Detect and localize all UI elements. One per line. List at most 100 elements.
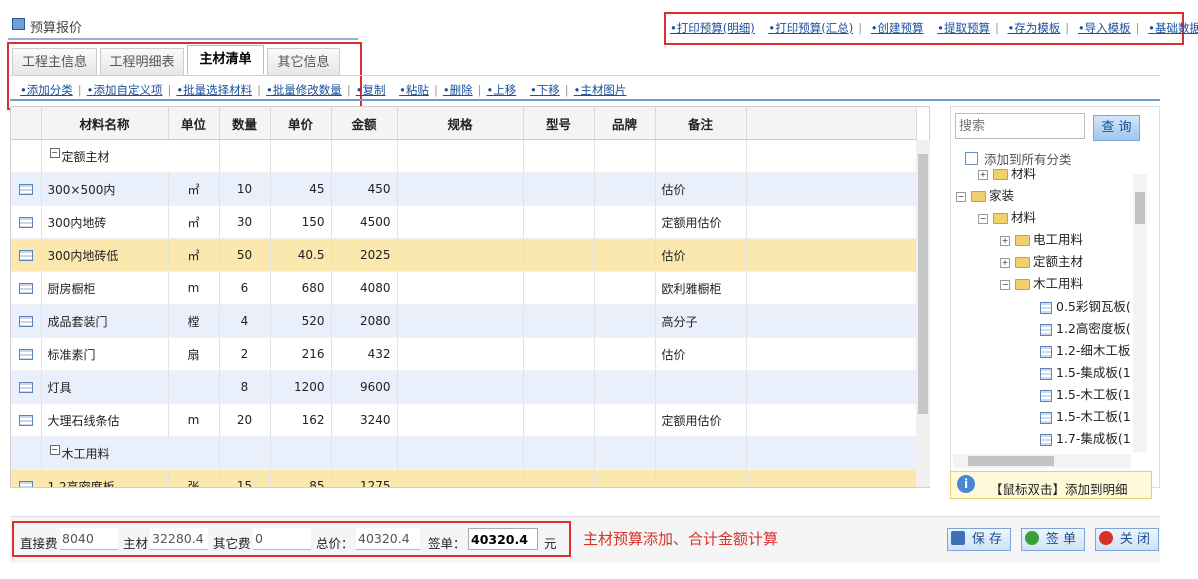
table-row[interactable]: 1.2高密度板 张 15 85 1275 [11,469,917,487]
paste-link[interactable]: •粘贴 [399,83,429,97]
currency-unit: 元 [544,536,557,551]
batch-edit-quantity-link[interactable]: •批量修改数量 [266,83,342,97]
import-template-link[interactable]: •导入模板 [1078,21,1131,35]
search-input[interactable] [955,113,1085,139]
search-button[interactable]: 查 询 [1093,115,1140,141]
tab-project-main[interactable]: 工程主信息 [12,48,97,75]
folder-icon [1015,235,1030,246]
grid-scroll-thumb[interactable] [918,154,928,414]
tree-scroll-thumb[interactable] [1135,192,1145,224]
header-spec[interactable]: 规格 [397,107,524,140]
create-budget-link[interactable]: •创建预算 [871,21,924,35]
window-icon [12,18,25,30]
tab-project-detail[interactable]: 工程明细表 [100,48,184,75]
table-row[interactable]: 灯具 8 1200 9600 [11,370,917,404]
header-unit[interactable]: 单位 [168,107,220,140]
tab-other-info[interactable]: 其它信息 [267,48,340,75]
material-icon [1040,301,1052,314]
tree-node[interactable]: + 材料 [978,168,1036,184]
group-row[interactable]: − 木工用料 [11,436,917,470]
table-row[interactable]: 厨房橱柜 m 6 680 4080 欧利雅橱柜 [11,271,917,305]
tree-hscroll-thumb[interactable] [968,456,1054,466]
tree-node[interactable]: − 材料 [978,208,1036,228]
collapse-icon[interactable]: − [49,147,60,158]
header-qty[interactable]: 数量 [219,107,271,140]
tree-leaf[interactable]: 1.5-集成板(1 [1040,363,1131,383]
other-fee-field[interactable] [253,528,311,550]
close-icon [1099,531,1113,545]
extract-budget-link[interactable]: •提取预算 [937,21,990,35]
copy-link[interactable]: •复制 [356,83,386,97]
tree-node[interactable]: + 定额主材 [1000,252,1083,272]
material-toolbar: •添加分类 | •添加自定义项 | •批量选择材料 | •批量修改数量 | •复制 •粘贴 | •删… [20,83,627,97]
save-button[interactable]: 保 存 [947,528,1011,551]
material-icon [1040,389,1052,402]
material-icon [1040,367,1052,380]
basic-data-link[interactable]: •基础数据 [1148,21,1198,35]
annotation-note: 主材预算添加、合计金额计算 [583,530,779,548]
collapse-icon[interactable]: − [978,213,988,224]
collapse-icon[interactable]: − [1000,279,1010,290]
add-all-categories-checkbox[interactable] [965,152,978,165]
direct-fee-field[interactable] [60,528,118,550]
material-image-link[interactable]: •主材图片 [574,83,627,97]
table-row-selected[interactable]: 300内地砖低 ㎡ 50 40.5 2025 估价 [11,238,917,272]
add-custom-item-link[interactable]: •添加自定义项 [87,83,163,97]
group-row[interactable]: − 定额主材 [11,139,917,173]
tree-leaf[interactable]: 1.5-木工板(1 [1040,385,1131,405]
collapse-icon[interactable]: − [956,191,966,202]
material-icon [1040,345,1052,358]
expand-icon[interactable]: + [1000,235,1010,246]
move-down-link[interactable]: •下移 [530,83,560,97]
table-row[interactable]: 300内地砖 ㎡ 30 150 4500 定额用估价 [11,205,917,239]
tree-leaf[interactable]: 1.2-细木工板 [1040,341,1130,361]
tree-leaf[interactable]: 1.7-集成板(1 [1040,429,1131,449]
material-icon [1040,323,1052,336]
table-row[interactable]: 成品套装门 樘 4 520 2080 高分子 [11,304,917,338]
batch-select-materials-link[interactable]: •批量选择材料 [176,83,252,97]
hint-text: 【鼠标双击】添加到明细 [990,482,1128,497]
header-note[interactable]: 备注 [655,107,747,140]
print-detail-link[interactable]: •打印预算(明细) [670,21,755,35]
tree-node[interactable]: + 电工用料 [1000,230,1083,250]
group-name: 定额主材 [61,149,110,164]
folder-icon [993,169,1008,180]
table-row[interactable]: 大理石线条估 m 20 162 3240 定额用估价 [11,403,917,437]
total-field[interactable] [356,528,420,550]
tree-leaf[interactable]: 1.2高密度板( [1040,319,1131,339]
header-brand[interactable]: 品牌 [594,107,656,140]
toolbar-divider [10,99,1160,101]
close-button[interactable]: 关 闭 [1095,528,1159,551]
table-row[interactable]: 300×500内 ㎡ 10 45 450 估价 [11,172,917,206]
expand-icon[interactable]: + [1000,257,1010,268]
tree-node[interactable]: − 木工用料 [1000,274,1083,294]
total-label: 总价： [316,536,354,551]
tree-leaf[interactable]: 0.5彩钢瓦板( [1040,297,1131,317]
print-summary-link[interactable]: •打印预算(汇总) [768,21,853,35]
save-template-link[interactable]: •存为模板 [1008,21,1061,35]
delete-link[interactable]: •删除 [443,83,473,97]
row-icon [18,382,33,393]
table-row[interactable]: 标准素门 扇 2 216 432 估价 [11,337,917,371]
row-icon [18,217,33,228]
sign-button[interactable]: 签 单 [1021,528,1085,551]
top-action-links: •打印预算(明细) •打印预算(汇总) | •创建预算 •提取预算 | •存为模板 |… [670,20,1198,36]
title-underline [8,38,358,40]
move-up-link[interactable]: •上移 [486,83,516,97]
page-title: 预算报价 [30,21,83,36]
add-category-link[interactable]: •添加分类 [20,83,73,97]
header-amount[interactable]: 金额 [331,107,398,140]
materials-table: 材料名称 单位 数量 单价 金额 规格 型号 品牌 备注 − 定额主材 300×5… [11,107,917,487]
collapse-icon[interactable]: − [49,444,60,455]
sign-amount-stepper[interactable] [468,528,538,550]
header-model[interactable]: 型号 [523,107,595,140]
other-fee-label: 其它费 [213,536,251,551]
material-fee-field[interactable] [150,528,208,550]
tree-leaf[interactable]: 1.5-木工板(1 [1040,407,1131,427]
header-name[interactable]: 材料名称 [41,107,169,140]
header-price[interactable]: 单价 [270,107,332,140]
material-tree: + 材料 − 家装 − 材料 + 电工用料 + 定额主材 − 木工用料 0.5彩钢瓦板( 1… [950,168,1132,451]
tree-node-root[interactable]: − 家装 [956,186,1014,206]
expand-icon[interactable]: + [978,169,988,180]
tab-main-materials[interactable]: 主材清单 [187,45,264,74]
